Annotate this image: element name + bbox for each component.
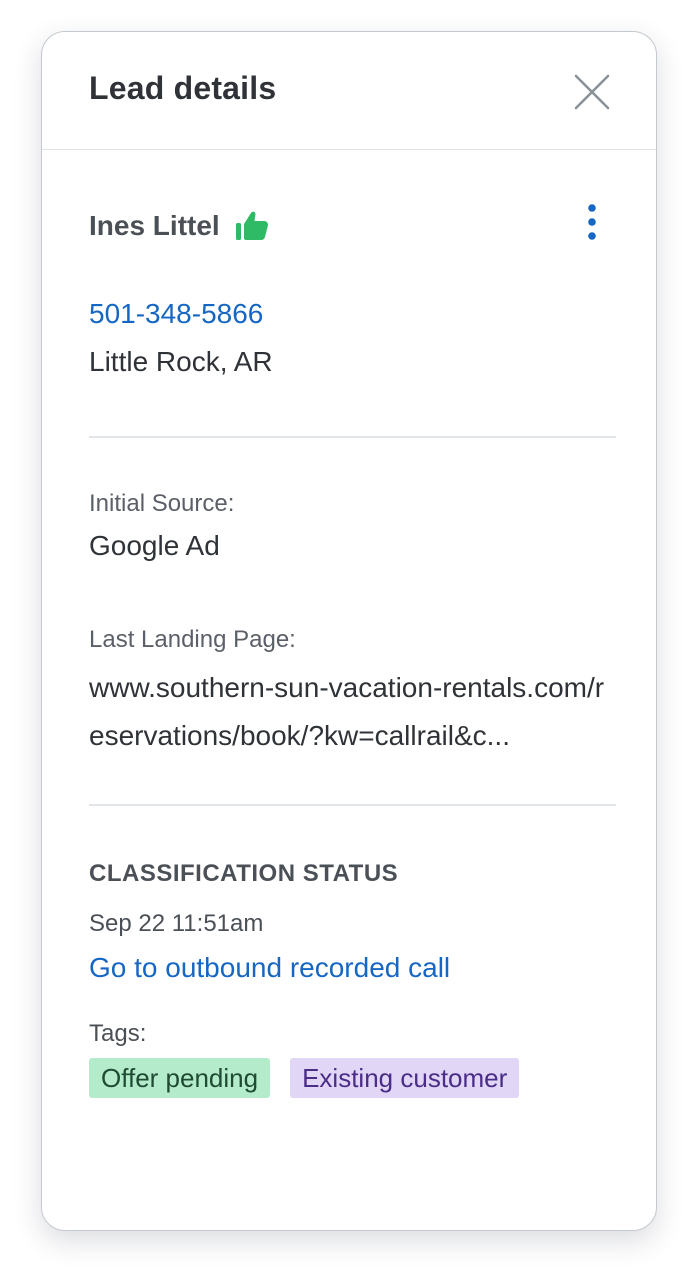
initial-source-label: Initial Source: [89, 490, 235, 517]
thumbs-up-icon [235, 211, 268, 240]
more-vertical-icon [588, 204, 596, 240]
close-button[interactable] [572, 72, 612, 112]
tags-label: Tags: [89, 1020, 147, 1047]
section-divider [89, 804, 616, 806]
close-icon [574, 74, 610, 110]
tag-offer-pending[interactable]: Offer pending [89, 1058, 271, 1098]
lead-phone-link[interactable]: 501-348-5866 [89, 298, 263, 330]
lead-location: Little Rock, AR [89, 346, 273, 377]
tag-list: Offer pending Existing customer [89, 1058, 520, 1098]
outbound-call-link[interactable]: Go to outbound recorded call [89, 952, 450, 984]
section-divider [89, 436, 616, 438]
lead-name-row: Ines Littel [89, 204, 270, 248]
tag-existing-customer[interactable]: Existing customer [290, 1058, 520, 1098]
lead-details-panel: Lead details Ines Littel 501-348-5866 Li… [41, 31, 657, 1231]
panel-header: Lead details [42, 32, 656, 150]
landing-page-value: www.southern-sun-vacation-rentals.com/re… [89, 672, 605, 751]
lead-name: Ines Littel [89, 210, 220, 241]
initial-source-value: Google Ad [89, 530, 220, 561]
classification-timestamp: Sep 22 11:51am [89, 910, 264, 937]
landing-page-label: Last Landing Page: [89, 626, 296, 653]
classification-status-heading: CLASSIFICATION STATUS [89, 860, 399, 887]
panel-title: Lead details [89, 70, 277, 106]
more-options-button[interactable] [578, 202, 606, 242]
